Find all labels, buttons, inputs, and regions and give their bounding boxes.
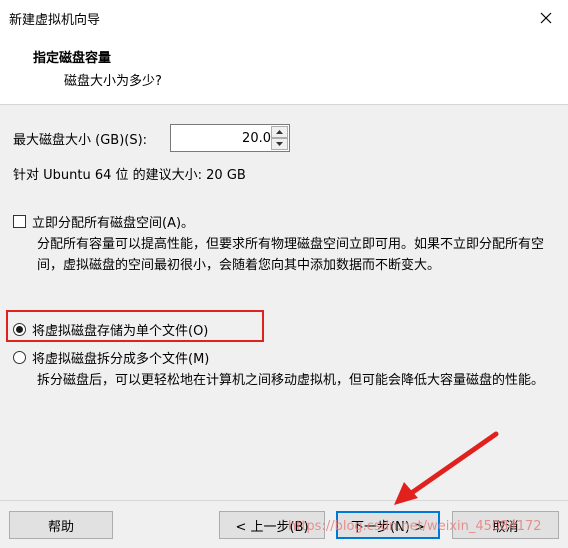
allocate-description: 分配所有容量可以提高性能，但要求所有物理磁盘空间立即可用。如果不立即分配所有空间… <box>37 237 545 273</box>
chevron-down-icon <box>276 142 283 146</box>
page-title: 指定磁盘容量 <box>33 51 112 66</box>
allocate-all-label[interactable]: 立即分配所有磁盘空间(A)。 <box>32 212 194 231</box>
stepper-buttons <box>271 126 288 150</box>
stepper-down-button[interactable] <box>271 138 288 150</box>
page-subtitle: 磁盘大小为多少? <box>64 74 162 89</box>
single-file-radio[interactable] <box>13 323 26 336</box>
allocate-all-option[interactable]: 立即分配所有磁盘空间(A)。 <box>13 212 194 231</box>
close-icon <box>540 12 552 24</box>
chevron-up-icon <box>276 130 283 134</box>
multi-file-label[interactable]: 将虚拟磁盘拆分成多个文件(M) <box>32 348 209 367</box>
multi-file-option[interactable]: 将虚拟磁盘拆分成多个文件(M) <box>13 348 209 367</box>
multi-file-description: 拆分磁盘后，可以更轻松地在计算机之间移动虚拟机，但可能会降低大容量磁盘的性能。 <box>37 373 545 388</box>
watermark-text: https://blog.csdn.net/weixin_45084172 <box>288 519 542 534</box>
close-button[interactable] <box>532 4 560 32</box>
disk-size-label: 最大磁盘大小 (GB)(S): <box>13 132 148 148</box>
allocate-all-checkbox[interactable] <box>13 215 26 228</box>
wizard-header: 指定磁盘容量 磁盘大小为多少? <box>0 36 568 105</box>
multi-file-radio[interactable] <box>13 351 26 364</box>
recommended-size-text: 针对 Ubuntu 64 位 的建议大小: 20 GB <box>13 168 246 183</box>
window-title: 新建虚拟机向导 <box>9 13 101 28</box>
footer-divider <box>0 500 568 501</box>
title-bar: 新建虚拟机向导 <box>0 0 568 36</box>
single-file-option[interactable]: 将虚拟磁盘存储为单个文件(O) <box>13 320 208 339</box>
stepper-up-button[interactable] <box>271 126 288 138</box>
help-button[interactable]: 帮助 <box>9 511 113 539</box>
single-file-label[interactable]: 将虚拟磁盘存储为单个文件(O) <box>32 320 208 339</box>
disk-size-input[interactable] <box>173 127 273 149</box>
disk-size-row: 最大磁盘大小 (GB)(S): <box>13 124 147 152</box>
disk-size-stepper[interactable] <box>170 124 290 152</box>
